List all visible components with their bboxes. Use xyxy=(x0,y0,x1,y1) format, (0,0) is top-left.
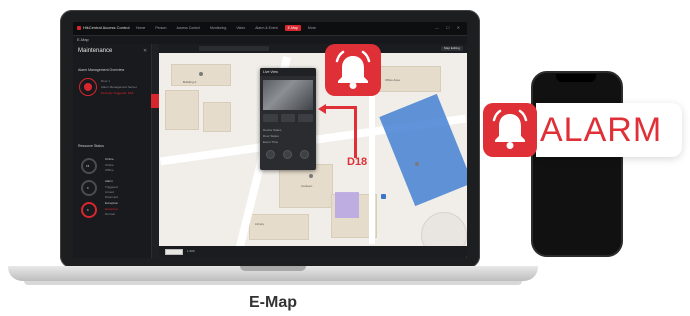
map-building xyxy=(249,214,309,240)
door-close-button[interactable] xyxy=(283,150,292,159)
snapshot-button[interactable] xyxy=(298,114,314,122)
online-line: Online xyxy=(105,163,114,167)
alarm-text: ALARM xyxy=(540,111,663,149)
armed-line: Armed xyxy=(105,190,114,194)
phone-notch xyxy=(556,74,596,82)
map-label: Building A xyxy=(183,80,197,84)
zoom-label: 1:200 xyxy=(187,249,195,253)
popup-title: Live View xyxy=(260,68,316,76)
alarm-device-name: Door 1 xyxy=(101,79,111,83)
popup-row: Device Status xyxy=(263,128,282,132)
alarm-dot-icon xyxy=(84,83,92,91)
record-button[interactable] xyxy=(280,114,296,122)
offline-line: Offline xyxy=(105,168,114,172)
logo-icon xyxy=(77,25,81,30)
tab-video[interactable]: Video xyxy=(233,25,248,31)
brand-text: HikCentral Access Control xyxy=(83,25,130,30)
map-building xyxy=(203,102,231,132)
map-edit-button[interactable]: Map Editing xyxy=(441,46,463,51)
map-building xyxy=(165,90,199,130)
map-pin-icon[interactable] xyxy=(415,162,419,166)
online-heading: Online xyxy=(105,157,114,161)
monitored-zone[interactable] xyxy=(379,93,467,207)
tab-home[interactable]: Home xyxy=(133,25,148,31)
popup-row: Event Time xyxy=(263,140,279,144)
camera-video-feed[interactable] xyxy=(263,80,313,110)
tab-more[interactable]: More xyxy=(305,25,319,31)
alarm-zone[interactable] xyxy=(335,192,359,218)
main-tabs: Home Person Access Control Monitoring Vi… xyxy=(133,25,319,31)
close-icon[interactable]: ✕ xyxy=(143,48,147,54)
map-status-bar xyxy=(159,246,467,258)
side-toolbar-active[interactable] xyxy=(151,94,159,108)
alarm-heading: Alarm xyxy=(105,179,113,183)
bell-icon xyxy=(325,44,381,96)
camera-label: D18 xyxy=(347,156,368,168)
left-panel: Maintenance ✕ Alarm Management Overview … xyxy=(73,44,151,258)
door-open-button[interactable] xyxy=(266,150,275,159)
window-controls[interactable]: — ☐ ✕ xyxy=(435,25,463,30)
tab-person[interactable]: Person xyxy=(152,25,169,31)
app-brand: HikCentral Access Control xyxy=(77,25,129,30)
annotation-line xyxy=(354,106,357,158)
laptop-notch xyxy=(240,266,306,271)
tab-alarm-event[interactable]: Alarm & Event xyxy=(252,25,280,31)
live-view-popup[interactable]: Live View Device Status Door Status Even… xyxy=(260,68,316,170)
tab-emap[interactable]: E-Map xyxy=(284,25,301,31)
annotation-arrow-icon xyxy=(318,104,326,114)
alarm-line-red: Recently Triggered: D18 xyxy=(101,91,134,95)
annotation-line xyxy=(324,106,356,109)
popup-row: Door Status xyxy=(263,134,279,138)
map-label: Canteen xyxy=(301,184,313,188)
popup-toolbar xyxy=(263,114,314,122)
exception-count: 6 xyxy=(87,208,89,212)
phone xyxy=(531,71,623,257)
laptop-foot xyxy=(24,281,522,285)
exception-ring xyxy=(81,202,97,218)
map-label: Office Area xyxy=(385,78,400,82)
bell-icon xyxy=(483,103,537,157)
panel-title: Maintenance xyxy=(78,48,113,54)
subtitle-bar xyxy=(73,36,467,44)
map-label: Library xyxy=(255,222,265,226)
camera-icon[interactable] xyxy=(381,194,386,199)
exception-line: Exception xyxy=(105,207,119,211)
tab-access-control[interactable]: Access Control xyxy=(173,25,203,31)
map-scale xyxy=(165,249,183,255)
alarm-line: Alarm Management Server xyxy=(101,85,137,89)
map-pin-icon[interactable] xyxy=(199,72,203,76)
online-count: 15 xyxy=(86,164,90,168)
map-pin-icon[interactable] xyxy=(309,174,313,178)
alarm-section-header: Alarm Management Overview xyxy=(78,68,125,72)
map-search-input[interactable] xyxy=(199,46,269,51)
caption: E-Map xyxy=(249,294,297,311)
alarm-count: 6 xyxy=(87,186,89,190)
page-subtitle: E-Map xyxy=(77,37,89,42)
exception-heading: Exception xyxy=(105,201,119,205)
play-button[interactable] xyxy=(263,114,278,122)
resource-section-header: Resource Status xyxy=(78,144,104,148)
triggered-line: Triggered xyxy=(105,185,118,189)
door-lock-button[interactable] xyxy=(300,150,309,159)
tab-monitoring[interactable]: Monitoring xyxy=(207,25,229,31)
disarmed-line: Disarmed xyxy=(105,195,118,199)
normal-line: Normal xyxy=(105,212,115,216)
alarm-ring xyxy=(81,180,97,196)
